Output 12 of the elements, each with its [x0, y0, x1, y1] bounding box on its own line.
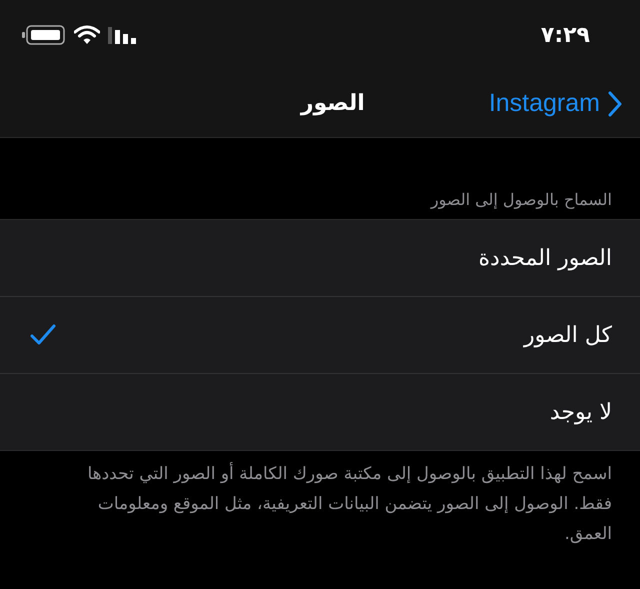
chevron-icon [608, 90, 622, 116]
signal-icon [108, 25, 138, 45]
option-row[interactable]: الصور المحددة [0, 220, 640, 296]
battery-icon [22, 24, 66, 46]
back-button[interactable]: Instagram [488, 89, 622, 118]
wifi-icon [74, 25, 100, 45]
nav-title: الصور [300, 91, 365, 116]
option-row[interactable]: كل الصور [0, 296, 640, 373]
section-header: السماح بالوصول إلى الصور [429, 189, 613, 211]
option-row[interactable]: لا يوجد [0, 373, 640, 450]
status-time: ٧:٢٩ [540, 22, 590, 48]
footer-note: اسمح لهذا التطبيق بالوصول إلى مكتبة صورك الكاملة أو الصور التي تحددها فقط. الوصول إلى الصور يتضمن البيانات التعريفية، مثل الموقع ومعلومات العمق. [86, 461, 612, 546]
